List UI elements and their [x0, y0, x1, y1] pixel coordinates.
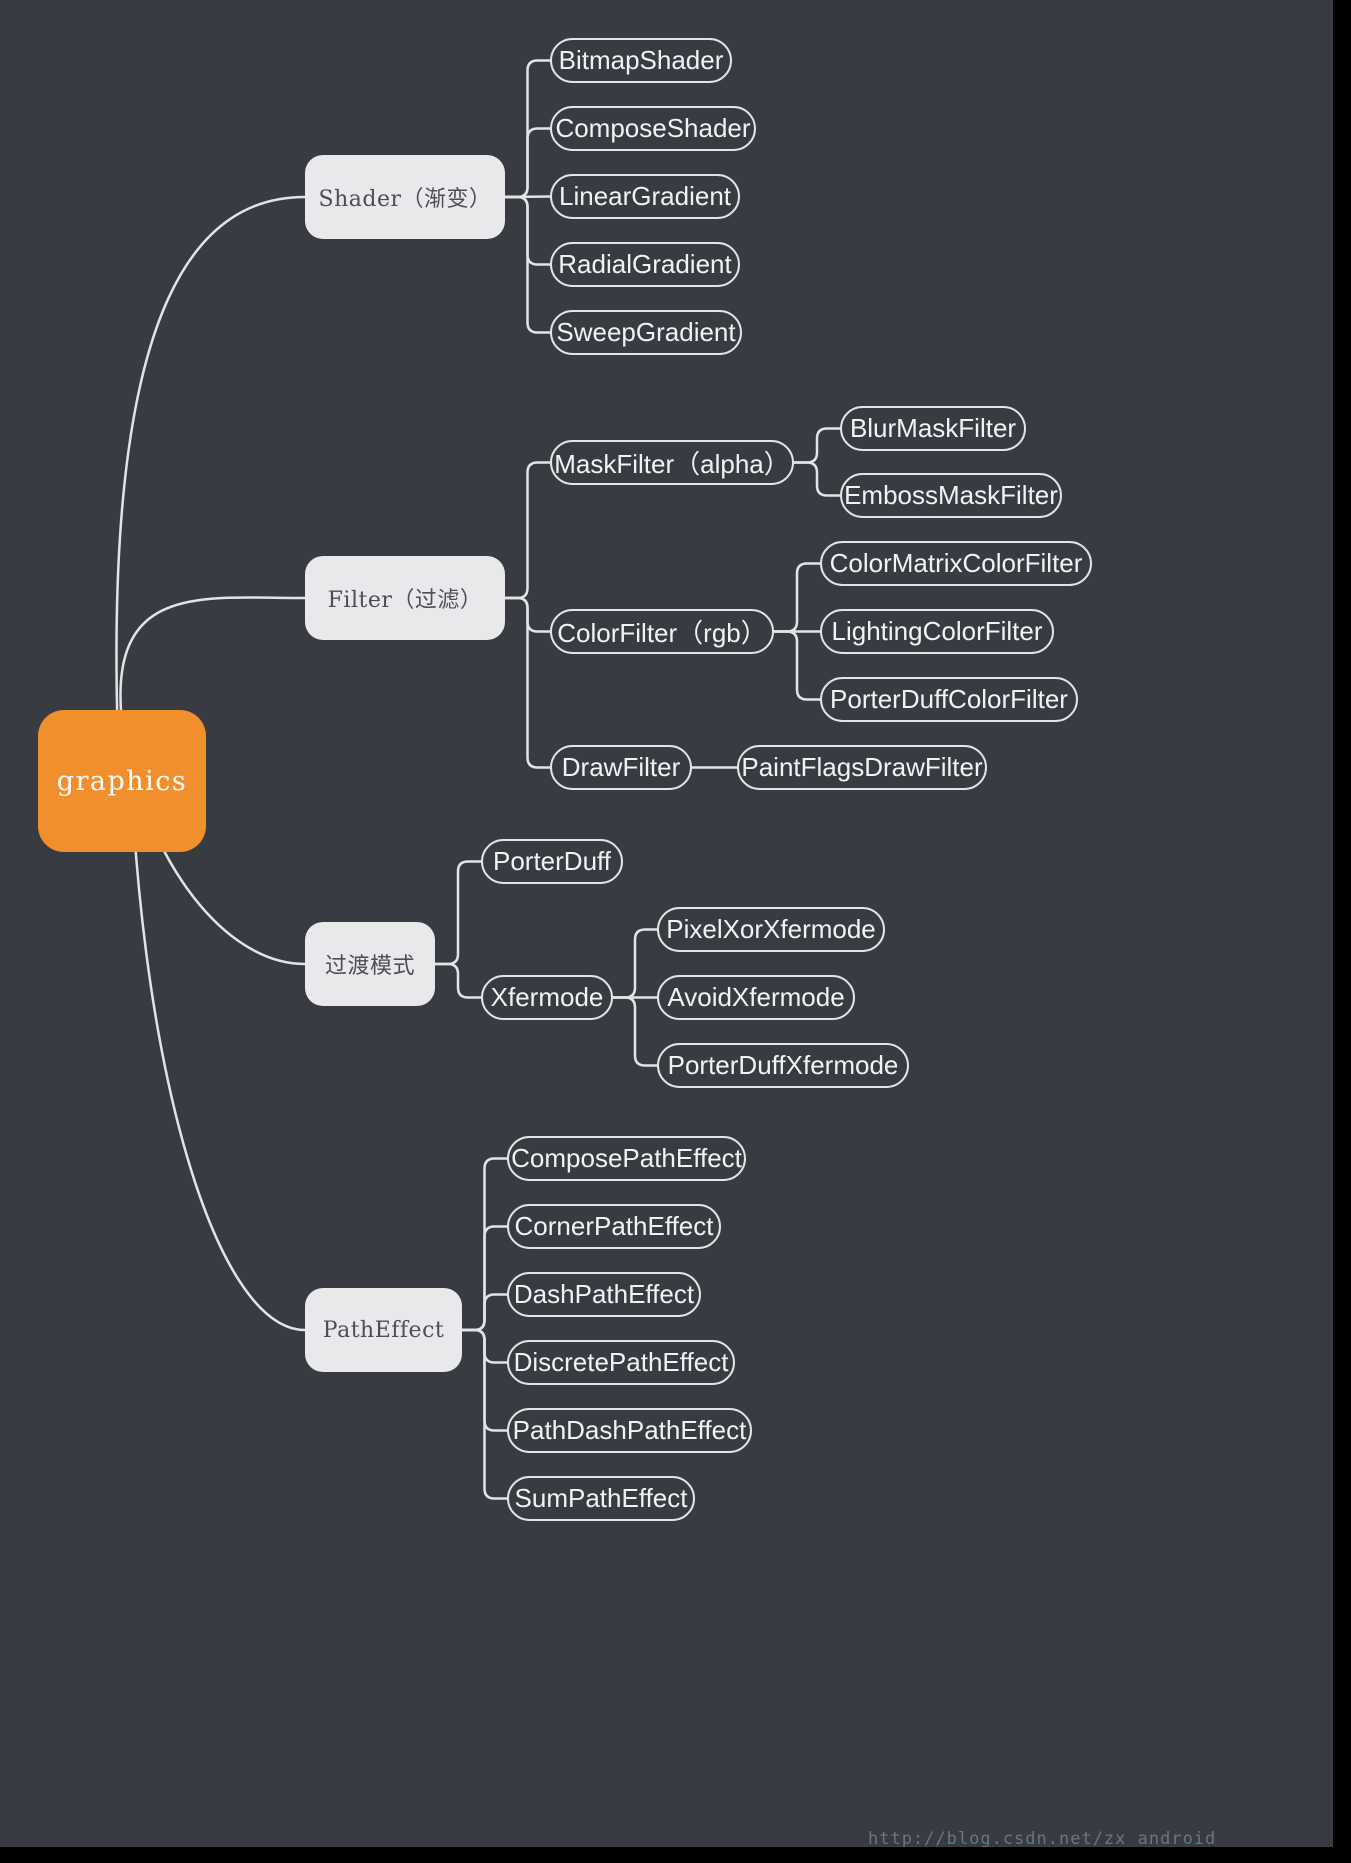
- root-node-graphics[interactable]: graphics: [38, 710, 206, 852]
- connector: [460, 1328, 509, 1432]
- leaf-node-radialgradient[interactable]: RadialGradient: [550, 242, 740, 287]
- connector: [433, 962, 483, 999]
- connector: [772, 562, 822, 633]
- leaf-node-pathdashpatheffect[interactable]: PathDashPathEffect: [507, 1408, 752, 1453]
- leaf-node-pixelxorxfermode[interactable]: PixelXorXfermode: [657, 907, 885, 952]
- leaf-node-avoidxfermode[interactable]: AvoidXfermode: [657, 975, 855, 1020]
- leaf-node-drawfilter[interactable]: DrawFilter: [550, 745, 692, 790]
- right-gutter: [1333, 0, 1351, 1863]
- connector: [460, 1328, 509, 1500]
- connector: [503, 596, 552, 769]
- connector: [503, 59, 552, 199]
- leaf-node-colorfilter-rgb[interactable]: ColorFilter（rgb）: [550, 609, 774, 654]
- leaf-node-cornerpatheffect[interactable]: CornerPathEffect: [507, 1204, 721, 1249]
- leaf-node-composepatheffect[interactable]: ComposePathEffect: [507, 1136, 746, 1181]
- connector: [115, 195, 307, 716]
- connector: [792, 427, 842, 464]
- connector: [460, 1293, 509, 1332]
- connector: [119, 596, 307, 716]
- leaf-node-discretepatheffect[interactable]: DiscretePathEffect: [507, 1340, 735, 1385]
- leaf-node-lightingcolorfilter[interactable]: LightingColorFilter: [820, 609, 1054, 654]
- connector: [503, 195, 552, 334]
- leaf-node-embossmaskfilter[interactable]: EmbossMaskFilter: [840, 473, 1062, 518]
- connector: [772, 630, 822, 701]
- connector: [433, 860, 483, 966]
- leaf-node-sweepgradient[interactable]: SweepGradient: [550, 310, 742, 355]
- branch-node-filter-过滤[interactable]: Filter（过滤）: [305, 556, 505, 640]
- connector: [503, 596, 552, 633]
- connector: [503, 195, 552, 199]
- watermark: http://blog.csdn.net/zx_android: [868, 1829, 1217, 1849]
- leaf-node-lineargradient[interactable]: LinearGradient: [550, 174, 740, 219]
- branch-node-过渡模式[interactable]: 过渡模式: [305, 922, 435, 1006]
- leaf-node-composeshader[interactable]: ComposeShader: [550, 106, 756, 151]
- branch-node-shader-渐变[interactable]: Shader（渐变）: [305, 155, 505, 239]
- leaf-node-blurmaskfilter[interactable]: BlurMaskFilter: [840, 406, 1026, 451]
- connector: [611, 928, 659, 999]
- leaf-node-paintflagsdrawfilter[interactable]: PaintFlagsDrawFilter: [737, 745, 987, 790]
- leaf-node-xfermode[interactable]: Xfermode: [481, 975, 613, 1020]
- bottom-gutter: [0, 1847, 1351, 1863]
- leaf-node-colormatrixcolorfilter[interactable]: ColorMatrixColorFilter: [820, 541, 1092, 586]
- connector: [503, 127, 552, 199]
- leaf-node-porterduff[interactable]: PorterDuff: [481, 839, 623, 884]
- connector: [792, 461, 842, 497]
- connector: [503, 195, 552, 266]
- leaf-node-bitmapshader[interactable]: BitmapShader: [550, 38, 732, 83]
- leaf-node-maskfilter-alpha[interactable]: MaskFilter（alpha）: [550, 440, 794, 485]
- connector: [460, 1225, 509, 1332]
- leaf-node-dashpatheffect[interactable]: DashPathEffect: [507, 1272, 701, 1317]
- leaf-node-porterduffxfermode[interactable]: PorterDuffXfermode: [657, 1043, 909, 1088]
- leaf-node-sumpatheffect[interactable]: SumPathEffect: [507, 1476, 695, 1521]
- leaf-node-porterduffcolorfilter[interactable]: PorterDuffColorFilter: [820, 677, 1078, 722]
- connector: [460, 1157, 509, 1332]
- connector: [460, 1328, 509, 1364]
- mindmap-canvas: Shader（渐变） BitmapShader ComposeShader Linea…: [0, 0, 1351, 1863]
- branch-node-patheffect[interactable]: PathEffect: [305, 1288, 462, 1372]
- connector: [503, 461, 552, 600]
- connector: [611, 996, 659, 1067]
